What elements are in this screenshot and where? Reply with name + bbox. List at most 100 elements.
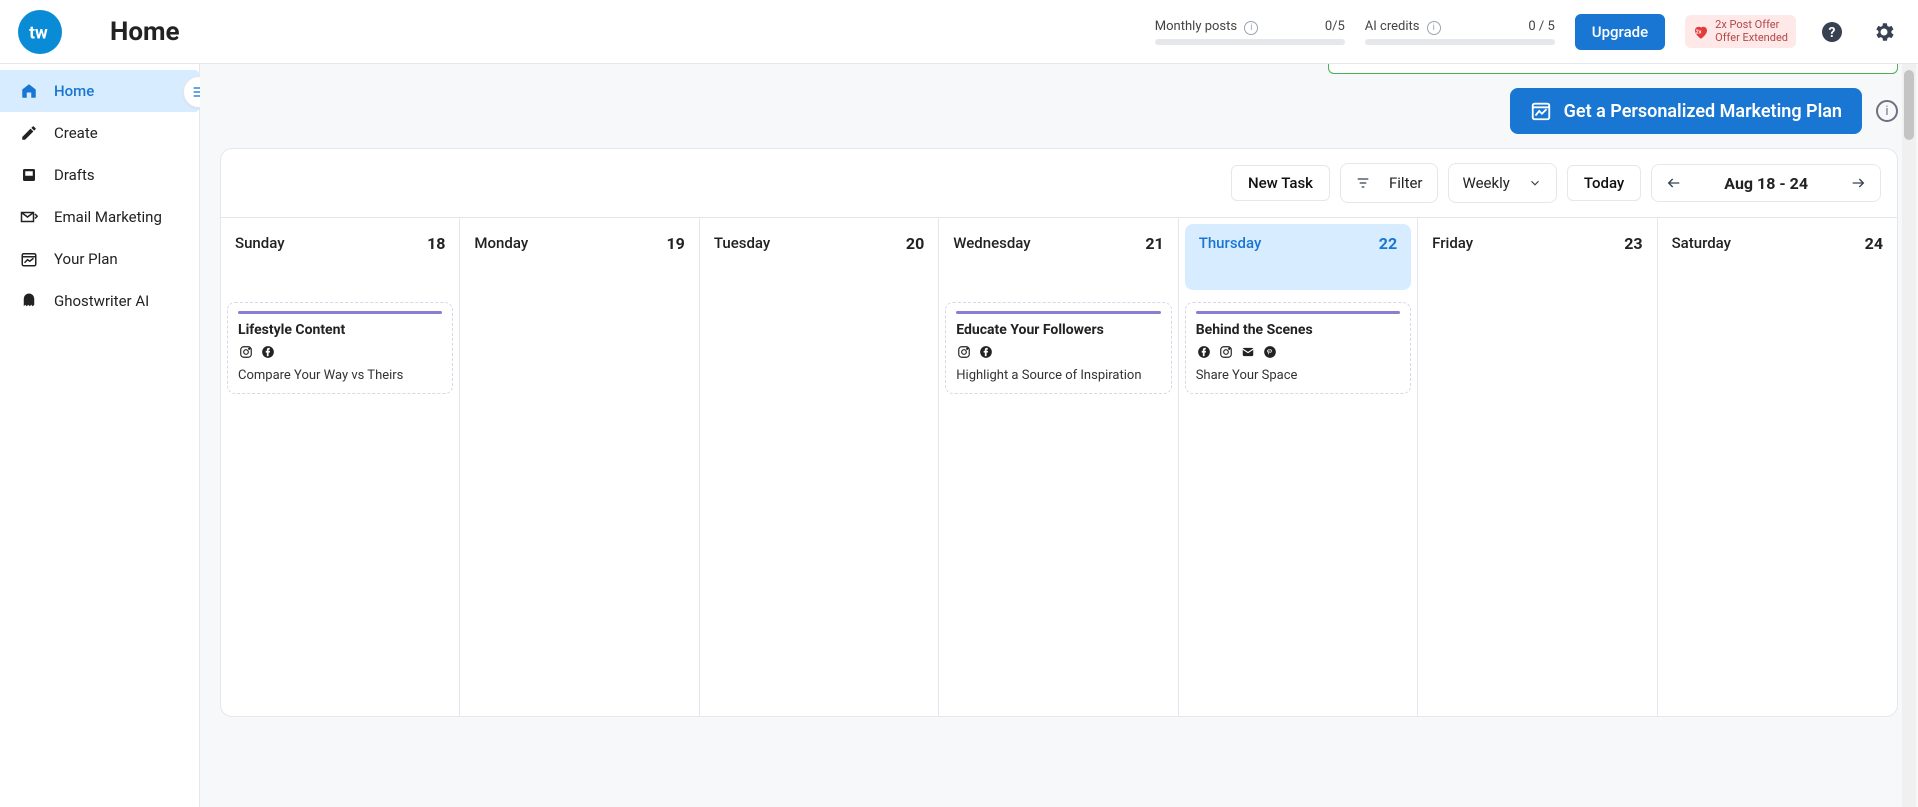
week-body-row: Lifestyle Content Compare Your Way vs Th… — [221, 296, 1897, 716]
sidebar-item-home[interactable]: Home — [0, 70, 199, 112]
day-col-friday[interactable] — [1418, 296, 1657, 716]
card-platform-icons — [956, 344, 1160, 360]
sidebar-item-label: Your Plan — [54, 250, 118, 268]
content-card[interactable]: Lifestyle Content Compare Your Way vs Th… — [227, 302, 453, 394]
facebook-icon — [978, 344, 994, 360]
card-desc: Highlight a Source of Inspiration — [956, 368, 1160, 383]
monthly-posts-label: Monthly posts — [1155, 19, 1237, 34]
svg-text:?: ? — [1829, 25, 1836, 41]
filter-label: Filter — [1389, 174, 1423, 192]
heart-icon: 2x — [1691, 23, 1711, 41]
main-content: Get a Personalized Marketing Plan i New … — [200, 64, 1918, 807]
monthly-posts-value: 0/5 — [1325, 19, 1345, 34]
day-col-monday[interactable] — [460, 296, 699, 716]
sidebar-item-label: Drafts — [54, 166, 95, 184]
day-header-friday: Friday23 — [1418, 218, 1657, 296]
settings-icon[interactable] — [1868, 16, 1900, 48]
chevron-down-icon — [1528, 176, 1542, 190]
brand-logo: tw — [18, 10, 62, 54]
day-header-wednesday: Wednesday21 — [939, 218, 1178, 296]
view-label: Weekly — [1463, 174, 1510, 192]
card-stripe — [956, 311, 1160, 314]
view-select[interactable]: Weekly — [1448, 163, 1557, 203]
content-card[interactable]: Educate Your Followers Highlight a Sourc… — [945, 302, 1171, 394]
day-col-wednesday[interactable]: Educate Your Followers Highlight a Sourc… — [939, 296, 1178, 716]
card-stripe — [1196, 311, 1400, 314]
new-task-button[interactable]: New Task — [1231, 165, 1330, 201]
calendar-toolbar: New Task Filter Weekly Today Aug 18 - 24 — [221, 149, 1897, 217]
offer-line2: Offer Extended — [1715, 32, 1788, 44]
sidebar-item-label: Home — [54, 82, 94, 100]
day-header-thursday: Thursday22 — [1185, 224, 1411, 290]
facebook-icon — [1196, 344, 1212, 360]
sidebar-item-label: Ghostwriter AI — [54, 292, 149, 310]
filter-button[interactable]: Filter — [1340, 163, 1438, 203]
date-range-nav: Aug 18 - 24 — [1651, 164, 1881, 202]
card-platform-icons — [238, 344, 442, 360]
calendar: New Task Filter Weekly Today Aug 18 - 24 — [220, 148, 1898, 717]
card-title: Educate Your Followers — [956, 322, 1160, 338]
topbar: tw Home Monthly posts i 0/5 AI credits i… — [0, 0, 1918, 64]
content-card[interactable]: Behind the Scenes Share Your Space — [1185, 302, 1411, 394]
sidebar-item-label: Email Marketing — [54, 208, 162, 226]
ai-credits-value: 0 / 5 — [1528, 19, 1554, 34]
monthly-posts-bar — [1155, 39, 1345, 45]
card-title: Lifestyle Content — [238, 322, 442, 338]
day-header-monday: Monday19 — [460, 218, 699, 296]
day-col-sunday[interactable]: Lifestyle Content Compare Your Way vs Th… — [221, 296, 460, 716]
drafts-icon — [20, 166, 38, 184]
calendar-chart-icon — [20, 250, 38, 268]
instagram-icon — [956, 344, 972, 360]
ai-credits-bar — [1365, 39, 1555, 45]
sidebar-item-label: Create — [54, 124, 98, 142]
instagram-icon — [1218, 344, 1234, 360]
day-header-saturday: Saturday24 — [1658, 218, 1897, 296]
day-col-thursday[interactable]: Behind the Scenes Share Your Space — [1179, 296, 1418, 716]
ai-credits-label: AI credits — [1365, 19, 1420, 34]
upgrade-button[interactable]: Upgrade — [1575, 14, 1665, 50]
day-header-tuesday: Tuesday20 — [700, 218, 939, 296]
sidebar-item-create[interactable]: Create — [0, 112, 199, 154]
card-title: Behind the Scenes — [1196, 322, 1400, 338]
offer-badge[interactable]: 2x 2x Post Offer Offer Extended — [1685, 15, 1796, 47]
sidebar-item-drafts[interactable]: Drafts — [0, 154, 199, 196]
pencil-icon — [20, 124, 38, 142]
info-icon[interactable]: i — [1244, 21, 1258, 35]
card-desc: Share Your Space — [1196, 368, 1400, 383]
svg-text:2x: 2x — [1696, 29, 1702, 35]
home-icon — [20, 82, 38, 100]
info-icon[interactable]: i — [1876, 100, 1898, 122]
svg-text:tw: tw — [29, 23, 48, 43]
email-send-icon — [20, 208, 38, 226]
chart-calendar-icon — [1530, 100, 1552, 122]
offer-line1: 2x Post Offer — [1715, 19, 1788, 31]
sidebar: Home Create Drafts Email Marketing Your … — [0, 64, 200, 807]
ai-credits-meter: AI credits i 0 / 5 — [1365, 19, 1555, 45]
email-icon — [1240, 344, 1256, 360]
date-range-label: Aug 18 - 24 — [1696, 174, 1836, 193]
card-platform-icons — [1196, 344, 1400, 360]
page-title: Home — [110, 17, 180, 47]
day-header-sunday: Sunday18 — [221, 218, 460, 296]
plan-button-label: Get a Personalized Marketing Plan — [1564, 101, 1842, 122]
prev-week-button[interactable] — [1652, 165, 1696, 201]
sidebar-item-your-plan[interactable]: Your Plan — [0, 238, 199, 280]
sidebar-item-email-marketing[interactable]: Email Marketing — [0, 196, 199, 238]
info-icon[interactable]: i — [1427, 21, 1441, 35]
card-desc: Compare Your Way vs Theirs — [238, 368, 442, 383]
monthly-posts-meter: Monthly posts i 0/5 — [1155, 19, 1345, 45]
help-icon[interactable]: ? — [1816, 16, 1848, 48]
vertical-scrollbar[interactable] — [1902, 64, 1916, 807]
instagram-icon — [238, 344, 254, 360]
card-stripe — [238, 311, 442, 314]
sidebar-item-ghostwriter-ai[interactable]: Ghostwriter AI — [0, 280, 199, 322]
facebook-icon — [260, 344, 276, 360]
day-col-tuesday[interactable] — [700, 296, 939, 716]
success-banner-remnant — [1328, 64, 1898, 74]
today-button[interactable]: Today — [1567, 165, 1641, 201]
pinterest-icon — [1262, 344, 1278, 360]
ghost-icon — [20, 292, 38, 310]
day-col-saturday[interactable] — [1658, 296, 1897, 716]
next-week-button[interactable] — [1836, 165, 1880, 201]
get-marketing-plan-button[interactable]: Get a Personalized Marketing Plan — [1510, 88, 1862, 134]
